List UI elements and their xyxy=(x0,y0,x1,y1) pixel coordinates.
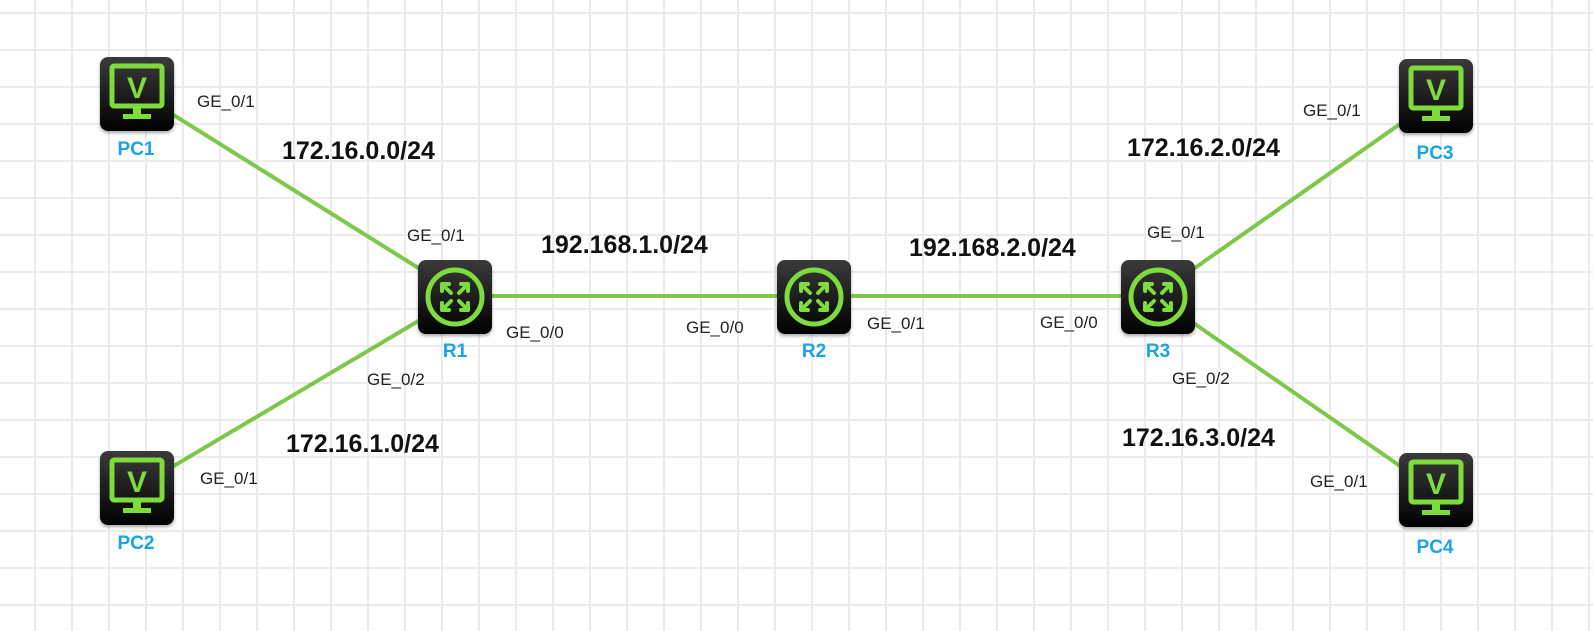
router-icon xyxy=(1128,267,1188,327)
subnet-label-r2-r3: 192.168.2.0/24 xyxy=(909,234,1076,262)
port-label-r1-ge00: GE_0/0 xyxy=(506,323,564,342)
svg-text:V: V xyxy=(1426,468,1446,501)
port-label-r1-ge02: GE_0/2 xyxy=(367,370,425,389)
pc3-device[interactable]: V xyxy=(1399,59,1473,133)
subnet-label-r3-pc4: 172.16.3.0/24 xyxy=(1122,424,1275,452)
subnet-label-pc2-r1: 172.16.1.0/24 xyxy=(286,430,439,458)
monitor-icon: V xyxy=(1408,459,1464,515)
r1-label: R1 xyxy=(442,341,468,362)
port-label-r3-ge02: GE_0/2 xyxy=(1172,369,1230,388)
port-label-pc4-ge01: GE_0/1 xyxy=(1310,472,1368,491)
subnet-label-r3-pc3: 172.16.2.0/24 xyxy=(1127,134,1280,162)
port-label-pc2-ge01: GE_0/1 xyxy=(200,469,258,488)
r3-device[interactable] xyxy=(1121,260,1195,334)
port-label-r3-ge00: GE_0/0 xyxy=(1040,313,1098,332)
subnet-label-pc1-r1: 172.16.0.0/24 xyxy=(282,137,435,165)
r2-label: R2 xyxy=(801,341,827,362)
port-label-pc1-ge01: GE_0/1 xyxy=(197,92,255,111)
port-label-r2-ge01: GE_0/1 xyxy=(867,314,925,333)
port-label-r1-ge01: GE_0/1 xyxy=(407,226,465,245)
monitor-icon: V xyxy=(109,63,165,119)
subnet-label-r1-r2: 192.168.1.0/24 xyxy=(541,231,708,259)
pc2-label: PC2 xyxy=(117,533,155,554)
router-icon xyxy=(784,267,844,327)
svg-text:V: V xyxy=(1426,74,1446,107)
pc4-label: PC4 xyxy=(1416,537,1454,558)
svg-text:V: V xyxy=(127,72,147,105)
monitor-icon: V xyxy=(109,457,165,513)
port-label-r3-ge01: GE_0/1 xyxy=(1147,223,1205,242)
svg-text:V: V xyxy=(127,466,147,499)
port-label-r2-ge00: GE_0/0 xyxy=(686,318,744,337)
pc1-device[interactable]: V xyxy=(100,57,174,131)
router-icon xyxy=(425,267,485,327)
pc4-device[interactable]: V xyxy=(1399,453,1473,527)
topology-canvas[interactable]: V V V V PC1 PC2 PC3 PC4 R1 R2 R3 GE_0/1 … xyxy=(0,0,1593,631)
monitor-icon: V xyxy=(1408,65,1464,121)
r2-device[interactable] xyxy=(777,260,851,334)
r1-device[interactable] xyxy=(418,260,492,334)
pc2-device[interactable]: V xyxy=(100,451,174,525)
r3-label: R3 xyxy=(1145,341,1171,362)
pc3-label: PC3 xyxy=(1416,143,1454,164)
port-label-pc3-ge01: GE_0/1 xyxy=(1303,101,1361,120)
pc1-label: PC1 xyxy=(117,139,155,160)
